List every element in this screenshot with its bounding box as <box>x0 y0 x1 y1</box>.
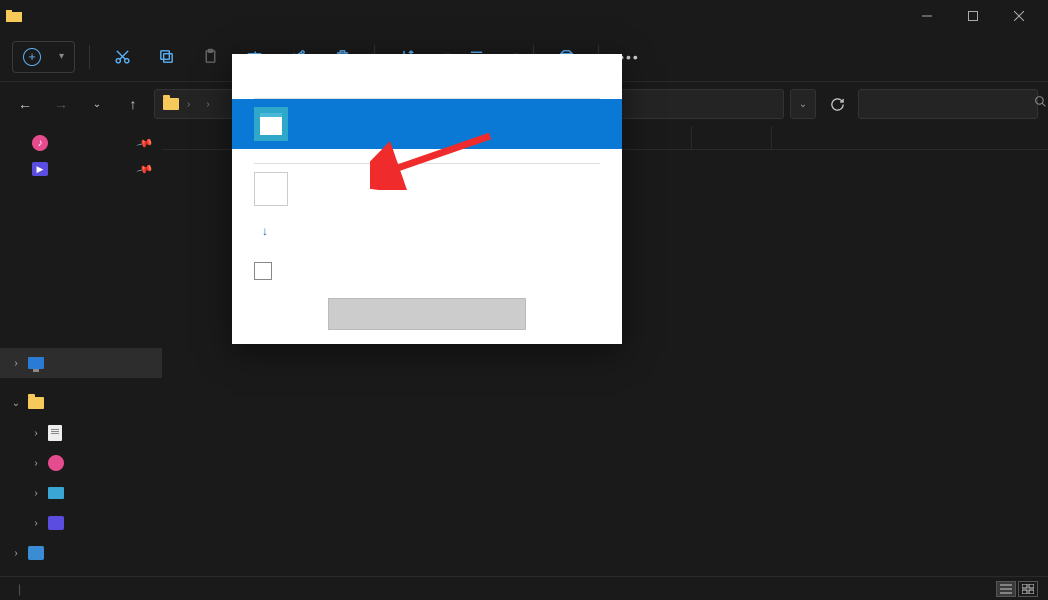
chevron-right-icon[interactable]: › <box>30 518 42 529</box>
pc-icon <box>28 357 44 369</box>
tree-videos[interactable]: › <box>0 508 162 538</box>
tree-libraries[interactable]: ⌄ <box>0 388 162 418</box>
search-box[interactable] <box>858 89 1038 119</box>
chevron-down-icon[interactable]: ⌄ <box>10 398 22 409</box>
quick-music[interactable]: ♪ 📌 <box>0 130 162 156</box>
tree-network[interactable]: › <box>0 538 162 568</box>
music-icon <box>48 455 64 471</box>
videos-icon: ▶ <box>32 162 48 176</box>
app-option-notepad[interactable] <box>232 99 622 149</box>
paste-icon[interactable] <box>192 39 228 75</box>
dialog-title <box>232 74 622 84</box>
chevron-right-icon[interactable]: › <box>30 458 42 469</box>
chevron-right-icon: › <box>206 99 209 110</box>
close-button[interactable] <box>996 0 1042 32</box>
refresh-button[interactable] <box>822 89 852 119</box>
new-button[interactable]: + ▾ <box>12 41 75 73</box>
cut-icon[interactable] <box>104 39 140 75</box>
search-icon <box>1034 95 1047 113</box>
folder-icon <box>163 98 179 110</box>
chevron-right-icon: › <box>187 99 190 110</box>
videos-icon <box>48 516 64 530</box>
titlebar <box>0 0 1048 32</box>
recent-button[interactable]: ⌄ <box>82 89 112 119</box>
arrow-down-icon: ↓ <box>262 224 268 238</box>
chevron-right-icon[interactable]: › <box>10 548 22 559</box>
keep-using-label <box>232 84 622 98</box>
chevron-right-icon[interactable]: › <box>10 358 22 369</box>
folder-icon <box>6 8 22 24</box>
always-checkbox[interactable] <box>254 262 272 280</box>
always-use-row[interactable] <box>232 252 622 298</box>
documents-icon <box>48 425 62 441</box>
maximize-button[interactable] <box>950 0 996 32</box>
separator: | <box>18 582 21 596</box>
more-apps-link[interactable]: ↓ <box>232 214 622 252</box>
tree-documents[interactable]: › <box>0 418 162 448</box>
search-input[interactable] <box>867 97 1028 111</box>
store-icon <box>254 172 288 206</box>
pin-icon: 📌 <box>136 134 154 152</box>
quick-videos[interactable]: ▶ 📌 <box>0 156 162 182</box>
ok-button[interactable] <box>328 298 526 330</box>
forward-button[interactable]: → <box>46 89 76 119</box>
details-view-button[interactable] <box>996 581 1016 597</box>
plus-icon: + <box>23 48 41 66</box>
status-bar: | <box>0 576 1048 600</box>
app-option-store[interactable] <box>232 164 622 214</box>
chevron-right-icon[interactable]: › <box>30 488 42 499</box>
other-options-label <box>232 149 622 163</box>
separator <box>89 45 90 69</box>
thumbnails-view-button[interactable] <box>1018 581 1038 597</box>
folder-icon <box>28 397 44 409</box>
tree-music[interactable]: › <box>0 448 162 478</box>
chevron-right-icon[interactable]: › <box>30 428 42 439</box>
network-icon <box>28 546 44 560</box>
col-size[interactable] <box>692 126 772 149</box>
open-with-dialog: ↓ <box>232 54 622 344</box>
copy-icon[interactable] <box>148 39 184 75</box>
pictures-icon <box>48 487 64 499</box>
address-history-button[interactable]: ⌄ <box>790 89 816 119</box>
explorer-window: + ▾ ▾ ▾ ••• ← → ⌄ ↑ › › ⌄ <box>0 0 1048 600</box>
tree-this-pc[interactable]: › <box>0 348 162 378</box>
tree-pictures[interactable]: › <box>0 478 162 508</box>
up-button[interactable]: ↑ <box>118 89 148 119</box>
pin-icon: 📌 <box>136 160 154 178</box>
nav-tree: › ⌄ › › <box>0 348 162 576</box>
back-button[interactable]: ← <box>10 89 40 119</box>
sidebar: ♪ 📌 ▶ 📌 › ⌄ <box>0 126 162 576</box>
minimize-button[interactable] <box>904 0 950 32</box>
chevron-down-icon: ▾ <box>59 51 64 62</box>
music-icon: ♪ <box>32 135 48 151</box>
notepad-icon <box>254 107 288 141</box>
